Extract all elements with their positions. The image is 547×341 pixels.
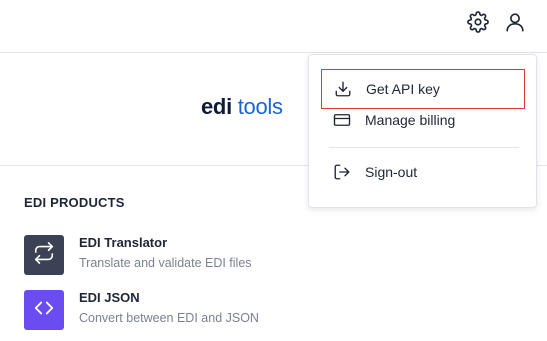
menu-item-label: Get API key [366,81,440,97]
menu-divider [329,147,519,148]
product-name: EDI Translator [79,235,168,250]
product-tile [24,290,64,330]
user-icon [504,11,526,38]
code-brackets-icon [33,297,55,324]
top-bar [0,0,547,53]
credit-card-icon [331,109,353,131]
product-edi-json[interactable]: EDI JSON Convert between EDI and JSON [24,290,259,330]
product-name: EDI JSON [79,290,140,305]
settings-button[interactable] [465,10,491,38]
menu-item-sign-out[interactable]: Sign-out [321,155,525,189]
sign-out-icon [331,161,353,183]
logo-text-edi: edi [201,94,232,119]
edi-products-section: EDI PRODUCTS EDI Translator Translate an… [24,195,324,330]
product-tile [24,235,64,275]
product-description: Translate and validate EDI files [79,256,252,270]
user-dropdown-menu: Get API key Manage billing Sign-out [308,54,537,208]
product-description: Convert between EDI and JSON [79,311,259,325]
product-edi-translator[interactable]: EDI Translator Translate and validate ED… [24,235,252,275]
gear-icon [467,10,489,38]
user-account-button[interactable] [502,11,528,37]
menu-item-manage-billing[interactable]: Manage billing [321,103,525,137]
menu-item-label: Manage billing [365,112,456,128]
download-icon [332,78,354,100]
edi-tools-logo[interactable]: edi tools [201,94,283,120]
menu-item-label: Sign-out [365,164,418,180]
logo-text-tools: tools [237,94,283,119]
section-title: EDI PRODUCTS [24,195,125,210]
swap-arrows-icon [33,241,55,269]
